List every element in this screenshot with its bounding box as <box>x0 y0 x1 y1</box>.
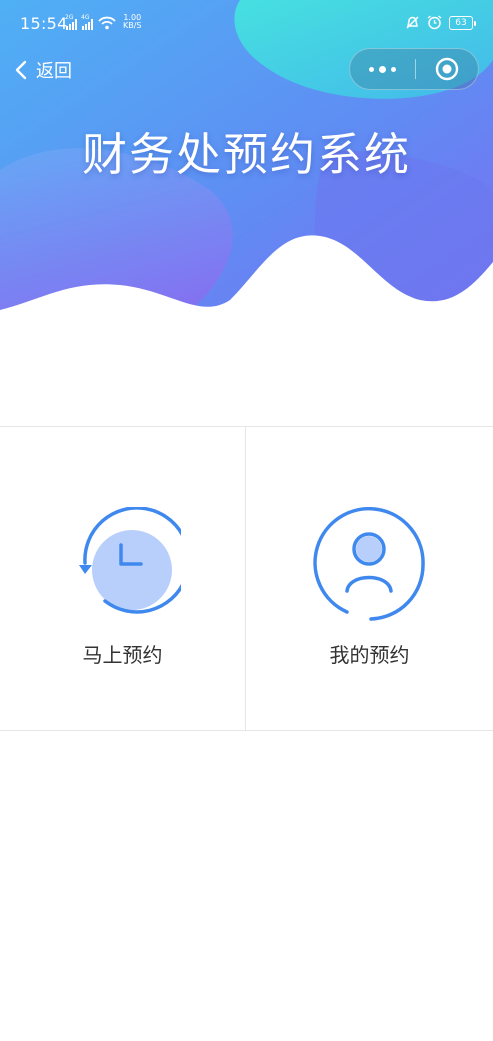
status-bar: 15:54 2G 4G 1.00 KB/S 63 <box>0 0 493 48</box>
mute-bell-icon <box>406 16 419 29</box>
more-dot-icon <box>368 66 374 72</box>
more-dot-icon <box>378 65 386 73</box>
status-right-group: 63 <box>405 15 476 30</box>
signal-type-label: 4G <box>81 14 90 21</box>
back-label: 返回 <box>36 61 72 82</box>
my-bookings-tile[interactable]: 我的预约 <box>246 427 493 730</box>
user-profile-icon <box>313 507 425 621</box>
signal-icon: 4G <box>81 14 93 30</box>
signal-icon: 2G <box>65 14 77 30</box>
signal-type-label: 2G <box>65 14 74 21</box>
menu-grid: 马上预约 我的预约 <box>0 426 493 731</box>
chevron-left-icon <box>15 60 27 80</box>
network-speed: 1.00 KB/S <box>123 14 142 30</box>
book-now-tile[interactable]: 马上预约 <box>0 427 245 730</box>
alarm-clock-icon <box>427 15 442 30</box>
back-button[interactable]: 返回 <box>14 57 72 83</box>
close-miniprogram-button[interactable] <box>416 49 478 89</box>
clock-icon <box>79 507 181 614</box>
status-time: 15:54 <box>20 14 68 33</box>
book-now-label: 马上预约 <box>82 643 163 667</box>
page-title: 财务处预约系统 <box>81 128 411 181</box>
my-bookings-label: 我的预约 <box>329 643 410 667</box>
more-button[interactable] <box>350 49 414 89</box>
wifi-icon <box>98 16 116 30</box>
battery-icon: 63 <box>449 15 476 30</box>
miniprogram-capsule <box>349 48 479 90</box>
more-dot-icon <box>390 66 396 72</box>
network-speed-unit: KB/S <box>123 21 142 30</box>
status-network-group: 2G 4G 1.00 KB/S <box>65 14 142 30</box>
target-close-icon <box>435 57 459 81</box>
